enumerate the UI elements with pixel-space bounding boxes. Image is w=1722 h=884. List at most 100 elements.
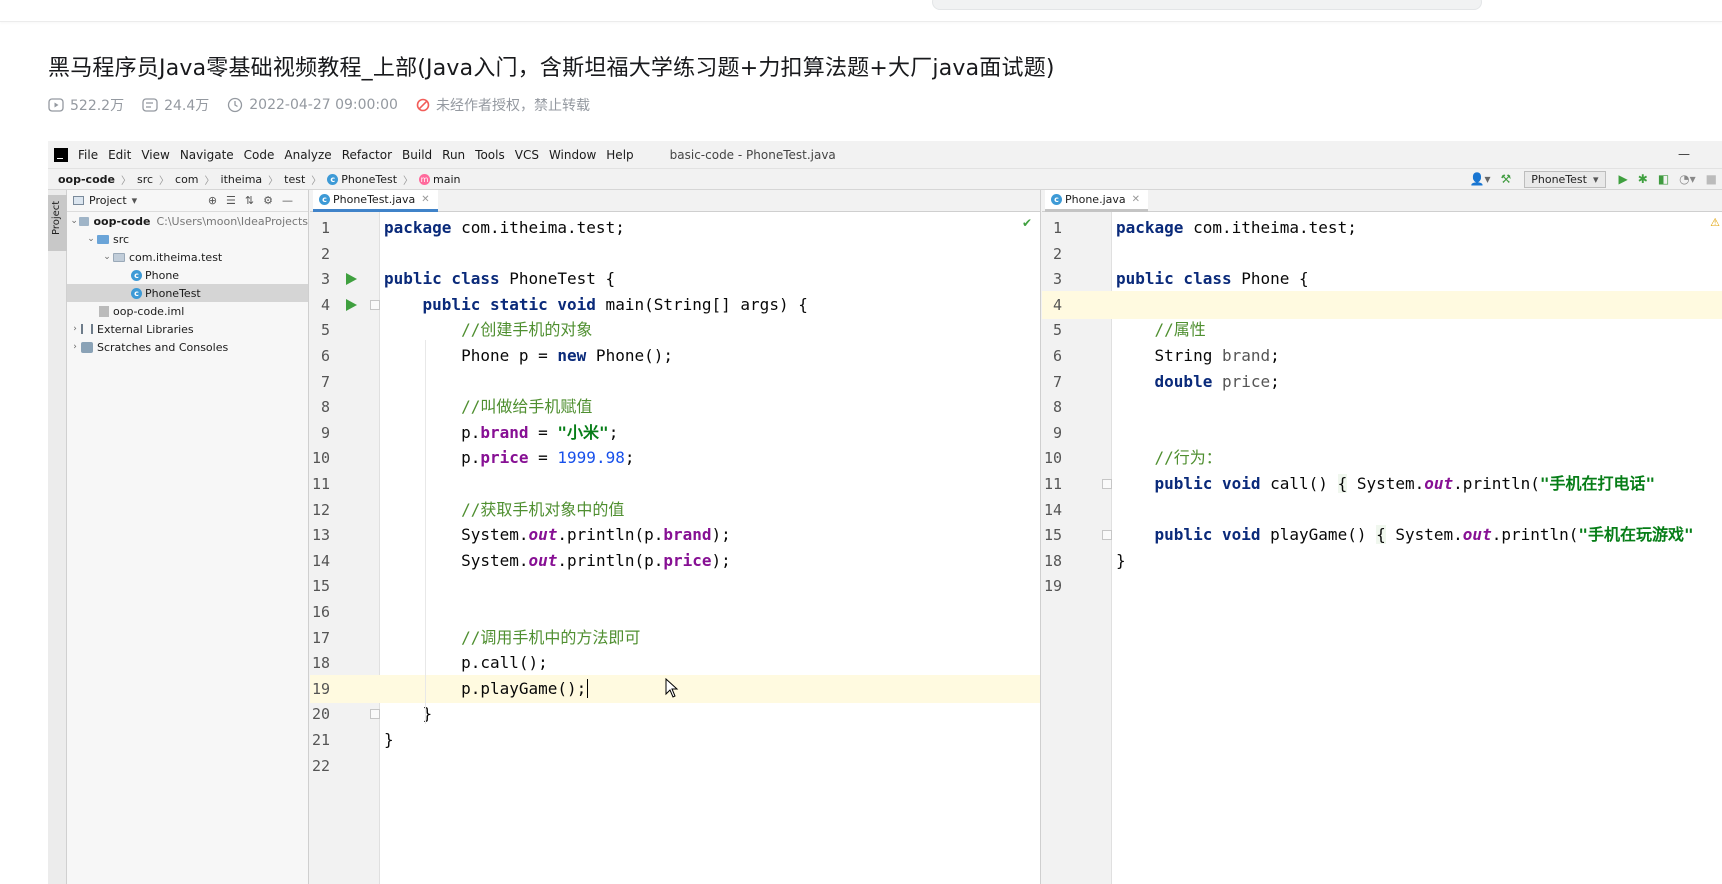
- code-line[interactable]: 12 //获取手机对象中的值: [310, 496, 1040, 524]
- tree-node-src[interactable]: ⌄ src: [67, 230, 308, 248]
- code-line[interactable]: 20 }: [310, 700, 1040, 728]
- tree-node-scratches[interactable]: › Scratches and Consoles: [67, 338, 308, 356]
- run-icon[interactable]: ▶: [1619, 172, 1628, 186]
- tab-phone[interactable]: c Phone.java ✕: [1045, 190, 1149, 212]
- code-line[interactable]: 7: [310, 368, 1040, 396]
- crumb-test[interactable]: test: [284, 173, 305, 186]
- menu-help[interactable]: Help: [606, 148, 633, 162]
- run-gutter-icon[interactable]: [346, 273, 357, 286]
- code-line[interactable]: 6 Phone p = new Phone();: [310, 342, 1040, 370]
- code-line[interactable]: 6 String brand;: [1042, 342, 1722, 370]
- code-text: //行为：: [1154, 448, 1222, 468]
- danmaku-icon: [142, 98, 158, 112]
- project-tool-tab[interactable]: Project: [48, 195, 67, 251]
- code-area[interactable]: 1 package com.itheima.test; 2 3 public class…: [1042, 212, 1722, 884]
- profile-icon[interactable]: ◔▾: [1679, 172, 1696, 186]
- crumb-phonetest[interactable]: PhoneTest: [341, 173, 397, 186]
- menu-file[interactable]: File: [78, 148, 98, 162]
- tree-node-package[interactable]: ⌄ com.itheima.test: [67, 248, 308, 266]
- menu-analyze[interactable]: Analyze: [284, 148, 331, 162]
- menu-tools[interactable]: Tools: [475, 148, 505, 162]
- chevron-down-icon[interactable]: ▾: [132, 194, 138, 207]
- code-line[interactable]: 2: [310, 240, 1040, 268]
- code-line[interactable]: 15: [310, 572, 1040, 600]
- chevron-right-icon[interactable]: ›: [69, 324, 81, 334]
- tree-node-root[interactable]: ⌄ oop-code C:\Users\moon\IdeaProjects: [67, 212, 308, 230]
- chevron-right-icon[interactable]: ›: [69, 342, 81, 352]
- code-line[interactable]: 18 p.call();: [310, 649, 1040, 677]
- editor-phone[interactable]: c Phone.java ✕ ⚠ 1 package com.itheima.te…: [1042, 190, 1722, 884]
- crumb-src[interactable]: src: [137, 173, 153, 186]
- menu-run[interactable]: Run: [442, 148, 465, 162]
- code-line[interactable]: 11 public void call() { System.out.print…: [1042, 470, 1722, 498]
- project-view-select[interactable]: Project: [89, 194, 127, 207]
- code-line[interactable]: 14: [1042, 496, 1722, 524]
- editor-phonetest[interactable]: c PhoneTest.java ✕ ✔ 1 package com.itheim…: [310, 190, 1041, 884]
- code-line[interactable]: 10 p.price = 1999.98;: [310, 444, 1040, 472]
- chevron-down-icon[interactable]: ⌄: [85, 234, 97, 244]
- code-line[interactable]: 19: [1042, 572, 1722, 600]
- code-line[interactable]: 13 System.out.println(p.brand);: [310, 521, 1040, 549]
- code-line[interactable]: 8: [1042, 393, 1722, 421]
- panel-tools[interactable]: ⊕☰⇅⚙—: [208, 194, 302, 207]
- coverage-icon[interactable]: ◧: [1658, 172, 1669, 186]
- fold-marker-icon[interactable]: [370, 709, 380, 720]
- user-icon[interactable]: 👤▾: [1470, 172, 1491, 186]
- code-line[interactable]: 16: [310, 598, 1040, 626]
- debug-icon[interactable]: ✱: [1638, 172, 1648, 186]
- run-gutter-icon[interactable]: [346, 298, 357, 311]
- code-line[interactable]: 21}: [310, 726, 1040, 754]
- stop-icon[interactable]: ■: [1706, 172, 1717, 186]
- fold-marker-icon[interactable]: [1102, 479, 1112, 489]
- code-line[interactable]: 9 p.brand = "小米";: [310, 419, 1040, 447]
- code-line[interactable]: 4 public static void main(String[] args)…: [310, 291, 1040, 319]
- menu-vcs[interactable]: VCS: [515, 148, 539, 162]
- tree-node-iml[interactable]: oop-code.iml: [67, 302, 308, 320]
- crumb-project[interactable]: oop-code: [58, 173, 115, 186]
- close-icon[interactable]: ✕: [421, 194, 429, 205]
- tree-node-libraries[interactable]: › External Libraries: [67, 320, 308, 338]
- tree-node-phone[interactable]: c Phone: [67, 266, 308, 284]
- code-line[interactable]: 14 System.out.println(p.price);: [310, 547, 1040, 575]
- code-line[interactable]: 3 public class PhoneTest {: [310, 265, 1040, 293]
- site-search-box[interactable]: [932, 0, 1482, 10]
- code-line[interactable]: 1 package com.itheima.test;: [310, 214, 1040, 242]
- fold-marker-icon[interactable]: [1102, 530, 1112, 541]
- code-line[interactable]: 9: [1042, 419, 1722, 447]
- code-line[interactable]: 17 //调用手机中的方法即可: [310, 624, 1040, 652]
- code-line[interactable]: 8 //叫做给手机赋值: [310, 393, 1040, 421]
- code-line[interactable]: 5 //属性: [1042, 316, 1722, 344]
- code-line[interactable]: 3 public class Phone {: [1042, 265, 1722, 293]
- build-hammer-icon[interactable]: ⚒: [1500, 172, 1511, 186]
- crumb-com[interactable]: com: [175, 173, 199, 186]
- minimize-icon[interactable]: —: [1678, 147, 1690, 161]
- code-text: Phone p = new Phone();: [384, 346, 673, 365]
- code-line[interactable]: 1 package com.itheima.test;: [1042, 214, 1722, 242]
- code-line[interactable]: 22: [310, 752, 1040, 780]
- close-icon[interactable]: ✕: [1132, 194, 1140, 205]
- tree-node-phonetest[interactable]: c PhoneTest: [67, 284, 308, 302]
- code-line[interactable]: 15 public void playGame() { System.out.p…: [1042, 521, 1722, 549]
- menu-refactor[interactable]: Refactor: [342, 148, 392, 162]
- code-line[interactable]: 7 double price;: [1042, 368, 1722, 396]
- menu-view[interactable]: View: [141, 148, 169, 162]
- crumb-itheima[interactable]: itheima: [221, 173, 263, 186]
- menu-navigate[interactable]: Navigate: [180, 148, 234, 162]
- code-area[interactable]: 1 package com.itheima.test; 2 3 public class…: [310, 212, 1040, 884]
- menu-edit[interactable]: Edit: [108, 148, 131, 162]
- chevron-down-icon[interactable]: ⌄: [69, 216, 79, 226]
- crumb-main[interactable]: main: [433, 173, 460, 186]
- code-line[interactable]: 10 //行为：: [1042, 444, 1722, 472]
- fold-marker-icon[interactable]: [370, 299, 380, 310]
- menu-build[interactable]: Build: [402, 148, 432, 162]
- run-config-select[interactable]: PhoneTest ▾: [1524, 170, 1606, 188]
- code-line[interactable]: 18}: [1042, 547, 1722, 575]
- code-line[interactable]: 2: [1042, 240, 1722, 268]
- chevron-down-icon[interactable]: ⌄: [101, 252, 113, 262]
- menu-code[interactable]: Code: [244, 148, 275, 162]
- code-line[interactable]: 11: [310, 470, 1040, 498]
- code-line[interactable]: 4: [1042, 290, 1722, 319]
- menu-window[interactable]: Window: [549, 148, 596, 162]
- code-line[interactable]: 5 //创建手机的对象: [310, 316, 1040, 344]
- tab-phonetest[interactable]: c PhoneTest.java ✕: [313, 190, 438, 212]
